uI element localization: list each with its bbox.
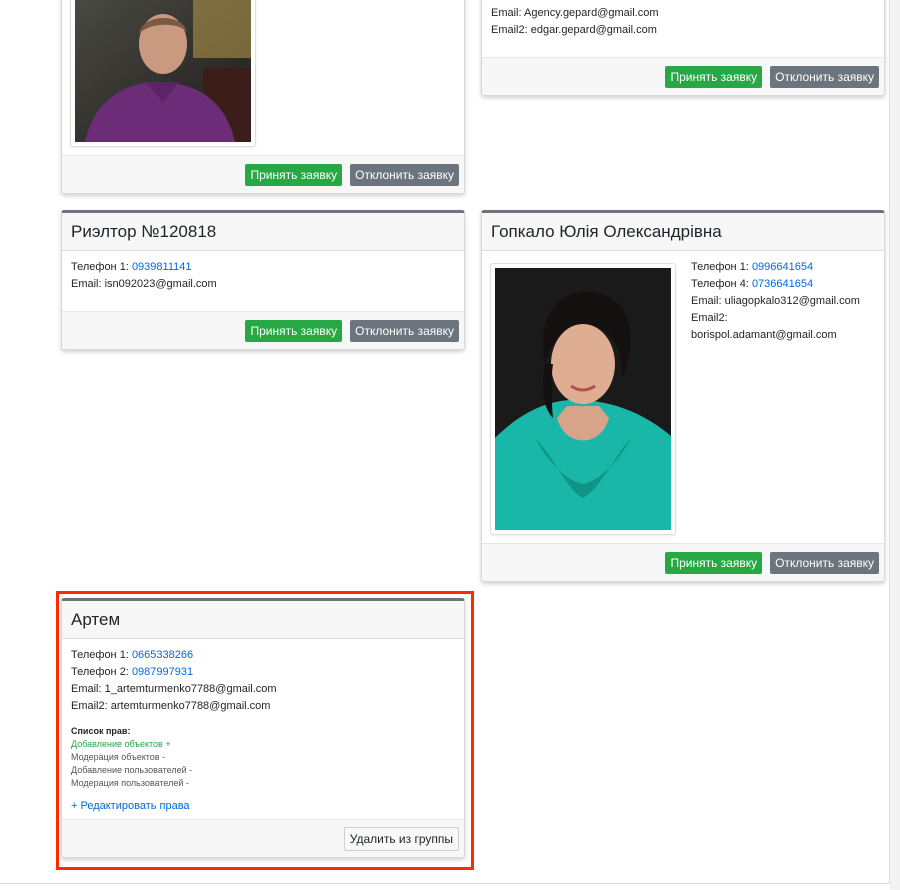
phone1-label: Телефон 1: [71,649,129,661]
email2-line: Email2: edgar.gepard@gmail.com [491,24,657,36]
accept-request-button[interactable]: Принять заявку [665,65,763,88]
card-footer: Удалить из группы [62,819,464,857]
phone2-label: Телефон 2: [71,666,129,678]
remove-from-group-button[interactable]: Удалить из группы [343,826,459,851]
email-line: Email: Agency.gepard@gmail.com [491,7,659,19]
card-body: Email: Agency.gepard@gmail.com Email2: e… [482,0,884,47]
email-line: Email: 1_artemturmenko7788@gmail.com [71,683,277,695]
phone1-line: Телефон 1: 0939811141 [71,259,455,276]
accept-request-button[interactable]: Принять заявку [245,163,343,186]
phone1-label: Телефон 1: [71,261,129,273]
phone1-link[interactable]: 0939811141 [132,261,192,273]
card-body: Телефон 1: 0665338266 Телефон 2: 0987997… [62,639,464,823]
phone4-line: Телефон 4: 0736641654 [691,276,860,293]
card-title: Артем [62,601,464,639]
email-line: Email: isn092023@gmail.com [71,278,217,290]
email2-line: Email2: artemturmenko7788@gmail.com [71,700,271,712]
card-body: Телефон 1: 0939811141 Email: isn092023@g… [62,251,464,301]
card-footer: Принять заявку Отклонить заявку [482,543,884,581]
phone1-line: Телефон 1: 0665338266 [71,647,455,664]
user-photo [495,268,671,530]
phone1-label: Телефон 1: [691,261,749,273]
user-card-top-left: Принять заявку Отклонить заявку [61,0,465,194]
email-line: Email: uliagopkalo312@gmail.com [691,295,860,307]
email2-value: borispol.adamant@gmail.com [691,329,837,341]
phone2-link[interactable]: 0987997931 [132,666,193,678]
card-footer: Принять заявку Отклонить заявку [62,155,464,193]
reject-request-button[interactable]: Отклонить заявку [350,163,459,186]
accept-request-button[interactable]: Принять заявку [245,319,343,342]
phone4-label: Телефон 4: [691,278,749,290]
user-photo [75,0,251,142]
edit-rights-link[interactable]: + Редактировать права [71,798,190,815]
user-photo-frame [490,263,676,535]
reject-request-button[interactable]: Отклонить заявку [770,65,879,88]
phone1-link[interactable]: 0996641654 [752,261,813,273]
card-title: Риэлтор №120818 [62,213,464,251]
user-card-gopkalo: Гопкало Юлія Олександрівна Телефон 1: 09… [481,210,885,582]
rights-title: Список прав: [71,726,131,736]
phone2-line: Телефон 2: 0987997931 [71,664,455,681]
user-card-top-right: Email: Agency.gepard@gmail.com Email2: e… [481,0,885,96]
card-footer: Принять заявку Отклонить заявку [482,57,884,95]
user-photo-frame [70,0,256,147]
phone1-line: Телефон 1: 0996641654 [691,259,860,276]
reject-request-button[interactable]: Отклонить заявку [770,551,879,574]
phone4-link[interactable]: 0736641654 [752,278,813,290]
card-body: Телефон 1: 0996641654 Телефон 4: 0736641… [682,259,869,344]
accept-request-button[interactable]: Принять заявку [665,551,763,574]
user-card-realtor: Риэлтор №120818 Телефон 1: 0939811141 Em… [61,210,465,350]
right-item-add-objects: Добавление объектов + [71,739,171,749]
card-footer: Принять заявку Отклонить заявку [62,311,464,349]
scrollbar-track[interactable] [890,0,900,890]
right-item-moderate-objects: Модерация объектов - [71,752,166,762]
email2-label: Email2: [691,312,728,324]
right-item-add-users: Добавление пользователей - [71,765,193,775]
card-title: Гопкало Юлія Олександрівна [482,213,884,251]
phone1-link[interactable]: 0665338266 [132,649,193,661]
user-card-artem: Артем Телефон 1: 0665338266 Телефон 2: 0… [61,598,465,858]
reject-request-button[interactable]: Отклонить заявку [350,319,459,342]
right-item-moderate-users: Модерация пользователей - [71,778,189,788]
